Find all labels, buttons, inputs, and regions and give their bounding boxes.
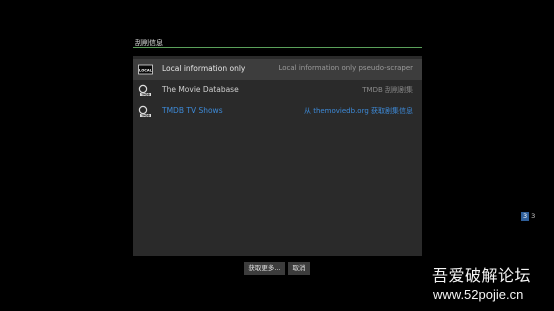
- total-pages: 3: [531, 212, 536, 220]
- scraper-item-title: Local information only: [162, 64, 246, 73]
- svg-text:TMDB: TMDB: [141, 113, 150, 117]
- scraper-item-tmdb-tv[interactable]: TMDB TMDB TV Shows 从 themoviedb.org 获取剧集…: [133, 101, 422, 122]
- scraper-item-description: TMDB 刮削剧集: [362, 86, 413, 94]
- tmdb-icon: TMDB: [138, 84, 151, 96]
- scraper-item-title: TMDB TV Shows: [162, 106, 223, 115]
- watermark-site-name: 吾爱破解论坛: [432, 266, 532, 285]
- tmdb-icon: TMDB: [138, 105, 151, 117]
- svg-text:LOCAL: LOCAL: [139, 68, 153, 72]
- title-underline: [133, 47, 422, 48]
- current-page: 3: [521, 212, 530, 221]
- cancel-button[interactable]: 取消: [288, 262, 310, 275]
- scraper-item-description: 从 themoviedb.org 获取剧集信息: [303, 107, 413, 115]
- watermark-url: www.52pojie.cn: [433, 287, 524, 302]
- page-indicator: 33: [521, 212, 542, 221]
- local-info-icon: LOCAL: [138, 64, 153, 75]
- scraper-item-tmdb[interactable]: TMDB The Movie Database TMDB 刮削剧集: [133, 80, 422, 101]
- scraper-item-local[interactable]: LOCAL Local information only Local infor…: [133, 59, 422, 80]
- scraper-item-title: The Movie Database: [162, 85, 239, 94]
- svg-text:TMDB: TMDB: [141, 92, 150, 96]
- scraper-list: LOCAL Local information only Local infor…: [133, 56, 422, 256]
- get-more-button[interactable]: 获取更多...: [244, 262, 285, 275]
- scraper-item-description: Local information only pseudo-scraper: [278, 64, 413, 72]
